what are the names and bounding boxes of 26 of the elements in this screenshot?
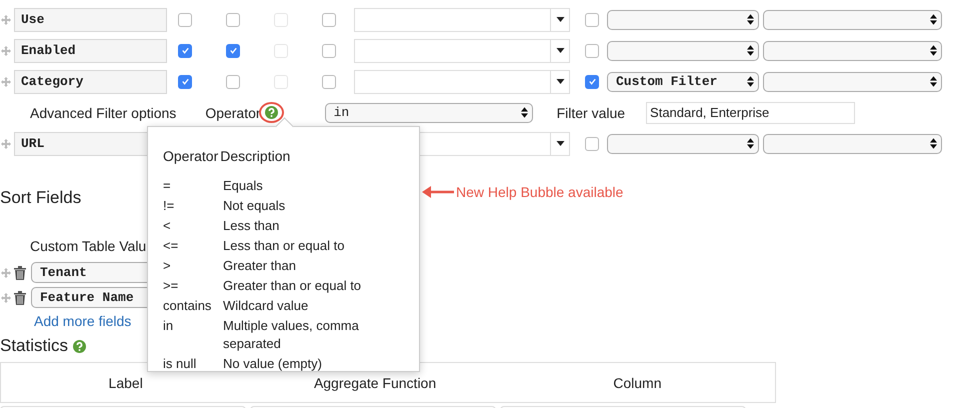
column-header: Label [108, 374, 143, 390]
operator-text: in [163, 317, 174, 335]
column-header: Description [220, 147, 292, 165]
operator-description: Equals [223, 177, 264, 195]
section-heading: Sort Fields [0, 187, 82, 209]
section-heading: Statistics [0, 335, 68, 357]
operator-description: Less than or equal to [223, 237, 346, 255]
advanced-filter-label: Advanced Filter options [30, 104, 176, 120]
operator-description: Greater than or equal to [223, 277, 362, 295]
operator-description: No value (empty) [223, 355, 323, 373]
operator-description: Greater than [223, 257, 297, 275]
operator-text: = [163, 177, 172, 195]
operator-description: Wildcard value [223, 297, 310, 315]
column-header: Column [613, 374, 662, 390]
operator-text: is null [163, 355, 198, 373]
operator-label: Operator [205, 104, 261, 120]
operator-description: Less than [223, 217, 280, 235]
filter-value-label: Filter value [556, 104, 626, 120]
sort-sublabel: Custom Table Valu [30, 238, 146, 256]
column-header: Aggregate Function [314, 374, 436, 390]
operator-text: <= [163, 237, 180, 255]
annotation-text: New Help Bubble available [456, 184, 624, 200]
operator-text: != [163, 197, 176, 215]
operator-text: < [163, 217, 172, 235]
operator-description: Multiple values, comma separated [223, 317, 360, 353]
operator-description: Not equals [223, 197, 286, 215]
